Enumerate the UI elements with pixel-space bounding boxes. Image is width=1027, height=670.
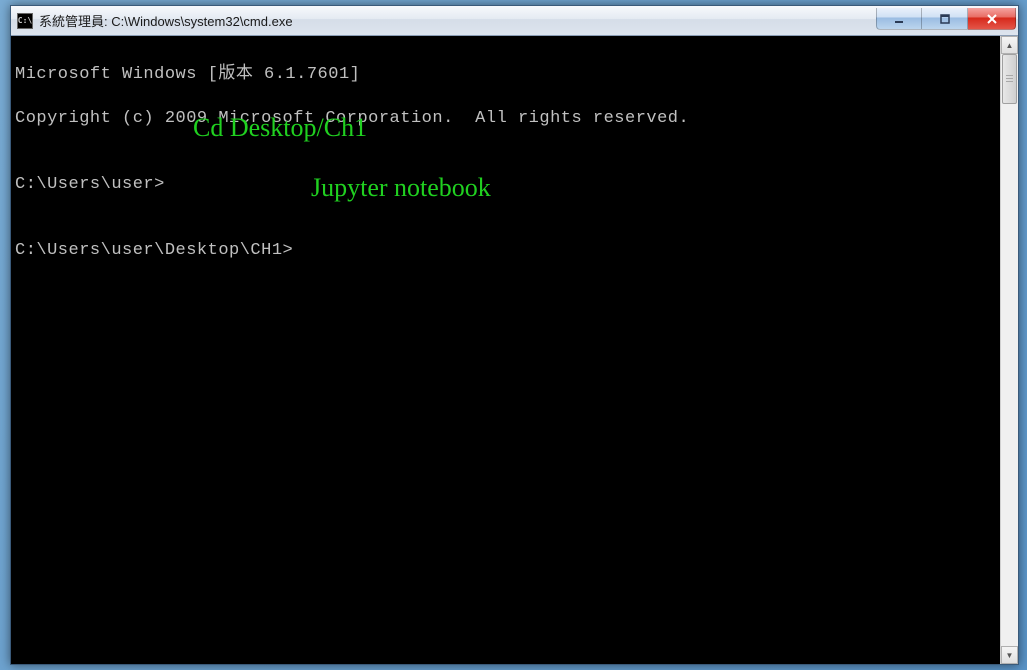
cmd-icon: C:\ — [17, 13, 33, 29]
maximize-button[interactable] — [922, 8, 968, 30]
scroll-thumb[interactable] — [1002, 54, 1017, 104]
scroll-track[interactable] — [1001, 54, 1018, 646]
cmd-window: C:\ 系統管理員: C:\Windows\system32\cmd.exe — [10, 5, 1019, 665]
console-line: Microsoft Windows [版本 6.1.7601] — [15, 64, 996, 86]
maximize-icon — [939, 13, 951, 25]
scroll-down-arrow[interactable]: ▼ — [1001, 646, 1018, 664]
close-button[interactable] — [968, 8, 1016, 30]
prompt-line: C:\Users\user> — [15, 174, 996, 196]
prompt-line: C:\Users\user\Desktop\CH1> — [15, 240, 996, 262]
console-output[interactable]: Microsoft Windows [版本 6.1.7601] Copyrigh… — [11, 36, 1000, 664]
annotation-cd-command: Cd Desktop/Ch1 — [193, 113, 367, 143]
cmd-icon-text: C:\ — [18, 16, 32, 25]
minimize-button[interactable] — [876, 8, 922, 30]
vertical-scrollbar[interactable]: ▲ ▼ — [1000, 36, 1018, 664]
window-controls — [876, 8, 1016, 30]
close-icon — [986, 13, 998, 25]
annotation-jupyter-command: Jupyter notebook — [311, 173, 491, 203]
titlebar[interactable]: C:\ 系統管理員: C:\Windows\system32\cmd.exe — [11, 6, 1018, 36]
window-title: 系統管理員: C:\Windows\system32\cmd.exe — [39, 11, 876, 30]
console-line: Copyright (c) 2009 Microsoft Corporation… — [15, 108, 996, 130]
console-body: Microsoft Windows [版本 6.1.7601] Copyrigh… — [11, 36, 1018, 664]
scroll-up-arrow[interactable]: ▲ — [1001, 36, 1018, 54]
minimize-icon — [893, 13, 905, 25]
